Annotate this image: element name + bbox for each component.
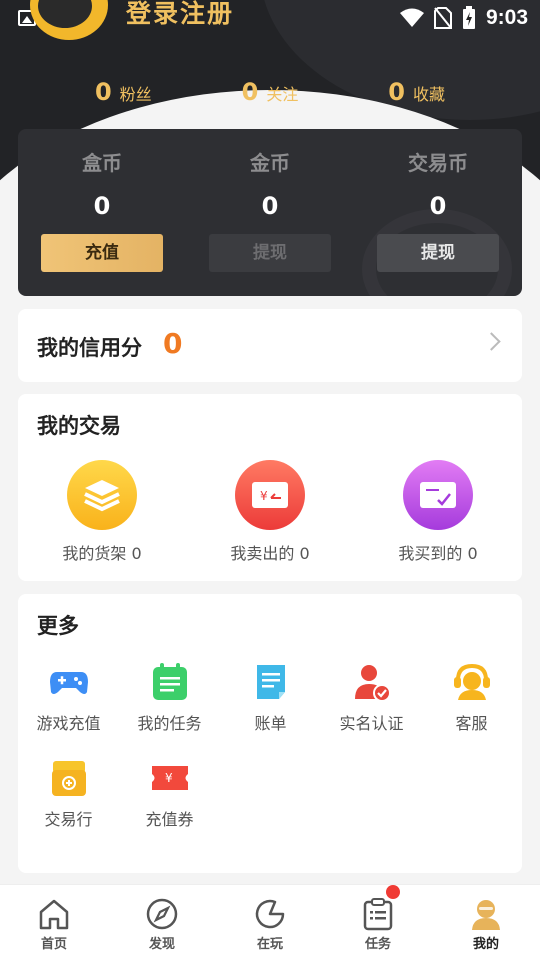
tab-tasks[interactable]: 任务	[324, 885, 432, 960]
more-item-bill[interactable]: 账单	[220, 662, 321, 734]
tab-label: 在玩	[256, 937, 283, 952]
more-item-verify[interactable]: 实名认证	[321, 662, 422, 734]
credit-title: 我的信用分	[37, 336, 142, 360]
trade-item-label: 我买到的 0	[398, 544, 478, 563]
user-icon	[469, 897, 503, 931]
compass-icon	[145, 897, 179, 931]
my-trades-card: 我的交易 我的货架 0 ¥ 我卖出的 0 我买到的 0	[18, 394, 522, 581]
stack-icon	[67, 460, 137, 530]
wallet-gold-coin: 金币 0 提现	[186, 129, 354, 272]
withdraw-trade-button[interactable]: 提现	[377, 234, 499, 272]
wallet-amount: 0	[261, 192, 279, 220]
stat-fans[interactable]: 0 粉丝	[95, 78, 152, 106]
status-time: 9:03	[485, 6, 528, 29]
home-icon	[37, 897, 71, 931]
trade-item-sold[interactable]: ¥ 我卖出的 0	[186, 460, 354, 564]
wallet-box-coin: 盒币 0 充值	[18, 129, 186, 272]
tab-home[interactable]: 首页	[0, 885, 108, 960]
social-stats: 0 粉丝 0 关注 0 收藏	[0, 78, 540, 106]
trade-item-shelf[interactable]: 我的货架 0	[18, 460, 186, 564]
more-item-label: 交易行	[44, 810, 93, 829]
sell-icon: ¥	[235, 460, 305, 530]
wallet-currency-name: 交易币	[408, 151, 468, 175]
more-item-game-recharge[interactable]: 游戏充值	[18, 662, 119, 734]
svg-text:¥: ¥	[260, 489, 268, 503]
service-icon	[452, 662, 492, 702]
wallet-trade-coin: 交易币 0 提现	[354, 129, 522, 272]
market-icon	[49, 758, 89, 798]
trade-item-label: 我的货架 0	[62, 544, 142, 563]
stat-following[interactable]: 0 关注	[242, 78, 299, 106]
stat-count: 0	[241, 78, 259, 106]
stat-count: 0	[94, 78, 112, 106]
tab-label: 任务	[364, 937, 391, 952]
more-item-customer-service[interactable]: 客服	[421, 662, 522, 734]
more-item-coupon[interactable]: ¥ 充值券	[119, 758, 220, 830]
more-item-label: 实名认证	[339, 714, 404, 733]
bottom-tab-bar: 首页 发现 在玩 任务 我的	[0, 884, 540, 960]
stat-favorites[interactable]: 0 收藏	[388, 78, 445, 106]
withdraw-gold-button[interactable]: 提现	[209, 234, 331, 272]
more-card: 更多 游戏充值 我的任务 账单 实名认证 客服 交易行 ¥ 充值券	[18, 594, 522, 873]
more-item-label: 账单	[254, 714, 287, 733]
section-title: 我的交易	[37, 414, 121, 438]
more-item-label: 客服	[455, 714, 488, 733]
stat-label: 粉丝	[119, 85, 152, 104]
wallet-card: 盒币 0 充值 金币 0 提现 交易币 0 提现	[18, 129, 522, 296]
wifi-icon	[399, 8, 424, 27]
chevron-right-icon	[482, 332, 501, 351]
stat-count: 0	[388, 78, 405, 106]
wallet-amount: 0	[429, 192, 447, 220]
verify-icon	[352, 662, 392, 702]
more-item-market[interactable]: 交易行	[18, 758, 119, 830]
no-sim-icon	[433, 7, 452, 29]
bill-icon	[251, 662, 291, 702]
section-title: 更多	[37, 614, 79, 638]
stat-label: 关注	[266, 85, 299, 104]
login-register-link[interactable]: 登录注册	[126, 0, 234, 30]
more-item-label: 我的任务	[137, 714, 202, 733]
tab-label: 首页	[40, 937, 67, 952]
tab-label: 我的	[472, 937, 499, 952]
gamepad-icon	[49, 662, 89, 702]
tasks-icon	[361, 897, 395, 931]
bought-icon	[403, 460, 473, 530]
battery-charging-icon	[462, 6, 475, 29]
trade-item-bought[interactable]: 我买到的 0	[354, 460, 522, 564]
credit-score: 0	[163, 327, 183, 360]
task-icon	[150, 662, 190, 702]
trade-item-label: 我卖出的 0	[230, 544, 310, 563]
svg-text:¥: ¥	[165, 771, 173, 785]
tab-label: 发现	[148, 937, 175, 952]
recharge-button[interactable]: 充值	[41, 234, 163, 272]
more-item-my-tasks[interactable]: 我的任务	[119, 662, 220, 734]
wallet-amount: 0	[93, 192, 111, 220]
play-icon	[253, 897, 287, 931]
wallet-currency-name: 金币	[250, 151, 290, 175]
tab-mine[interactable]: 我的	[432, 885, 540, 960]
tab-discover[interactable]: 发现	[108, 885, 216, 960]
tab-playing[interactable]: 在玩	[216, 885, 324, 960]
more-item-label: 游戏充值	[36, 714, 101, 733]
more-item-label: 充值券	[145, 810, 194, 829]
wallet-currency-name: 盒币	[82, 151, 122, 175]
stat-label: 收藏	[412, 85, 445, 104]
credit-score-row[interactable]: 我的信用分 0	[18, 309, 522, 382]
coupon-icon: ¥	[150, 758, 190, 798]
